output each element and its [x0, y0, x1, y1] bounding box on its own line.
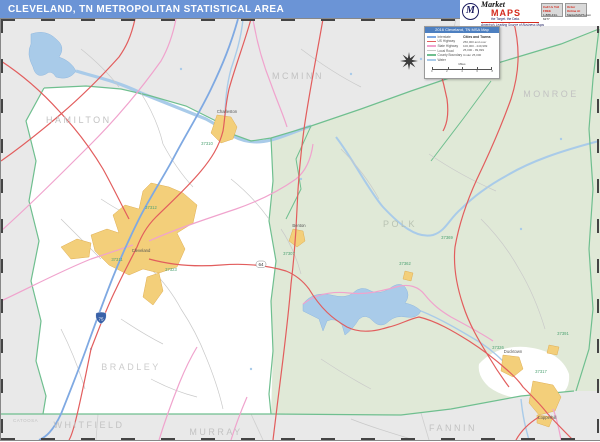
brand-name-bottom: MAPS [491, 8, 522, 18]
zip-label: 37369 [441, 235, 453, 240]
county-label-fannin: FANNIN [429, 423, 477, 433]
page-title: CLEVELAND, TN METROPOLITAN STATISTICAL A… [8, 3, 285, 15]
legend-cities-column: Cities and Towns 250,000 and over 100,00… [463, 35, 497, 63]
brand-mark-icon: M [462, 3, 479, 20]
legend-item-label: County Boundary [437, 53, 463, 58]
urban-cleveland-south [142, 272, 164, 306]
line-swatch-icon [427, 45, 436, 47]
city-label-charleston: Charleston [217, 109, 238, 114]
scale-tick: 4 [461, 68, 463, 73]
urban-cleveland [90, 182, 198, 276]
us-route-shield-label: 64 [258, 262, 264, 267]
zip-label: 37312 [145, 205, 157, 210]
county-label-bradley: BRADLEY [101, 362, 161, 372]
zip-label: 37311 [111, 257, 123, 262]
legend-road-items: Interstate US Highway State Highway Loca… [427, 35, 463, 63]
map-graphic: 75 64 MCMINN MONROE HAMILTON POLK BRADLE… [1, 19, 600, 440]
county-label-mcminn: MCMINN [272, 71, 324, 81]
contact-box-web: Order Online At MarketMAPS.com [565, 3, 592, 17]
line-swatch-icon [427, 49, 436, 52]
scale-tick: 0 [431, 68, 433, 73]
scale-tick: 2 [446, 68, 448, 73]
line-swatch-icon [427, 36, 436, 38]
legend-scale-bar: Miles 0 2 4 6 8 [425, 63, 499, 73]
city-label-cleveland: Cleveland [132, 248, 151, 253]
scale-tick: 8 [491, 68, 493, 73]
brand-wordmark: Market MAPS the Target. the Data. Americ… [481, 1, 545, 28]
city-label-copperhill: Copperhill [538, 415, 557, 420]
line-swatch-icon [427, 54, 436, 56]
region-hamilton-county [1, 73, 46, 414]
map-canvas: 75 64 MCMINN MONROE HAMILTON POLK BRADLE… [0, 18, 600, 442]
map-frame-ticks-right [597, 19, 599, 442]
urban-ocoee [402, 270, 414, 282]
brand-subtitle: America's Leading Source of Business Map… [481, 22, 545, 27]
county-label-hamilton: HAMILTON [46, 115, 112, 125]
zip-label: 37310 [201, 141, 213, 146]
county-label-polk: POLK [383, 219, 417, 229]
zip-label: 37317 [535, 369, 547, 374]
legend-item-label: Water [437, 57, 446, 62]
line-swatch-icon [427, 58, 436, 61]
county-label-murray: MURRAY [189, 427, 242, 437]
city-label-benton: Benton [292, 223, 306, 228]
zip-label: 37391 [557, 331, 569, 336]
county-label-whitfield: WHITFIELD [54, 420, 125, 430]
zip-label: 37323 [165, 267, 177, 272]
scale-tick-numbers: 0 2 4 6 8 [431, 68, 493, 73]
urban-turtletown [546, 344, 560, 356]
zip-label: 37307 [283, 251, 295, 256]
zip-label: 37326 [492, 345, 504, 350]
map-frame-ticks-bottom [1, 438, 600, 440]
legend-item-label: Interstate [437, 34, 451, 39]
interstate-shield-label: 75 [98, 317, 104, 322]
city-label-ducktown: Ducktown [504, 349, 523, 354]
line-swatch-icon [427, 40, 436, 43]
legend-item-label: US Highway [437, 39, 456, 44]
urban-cleveland-west [60, 238, 92, 260]
brand-tagline: the Target. the Data. [491, 17, 520, 21]
county-label-monroe: MONROE [523, 89, 579, 99]
zip-label: 37362 [399, 261, 411, 266]
county-label-catoosa: CATOOSA [13, 418, 38, 423]
map-frame-ticks-left [1, 19, 3, 442]
legend-city-class: Under 25,000 [463, 52, 482, 57]
contact-line: Order Online At [567, 5, 581, 13]
contact-line: 1-888-434-6277 [543, 13, 558, 21]
map-legend: 2016 Cleveland, TN MSA Map Interstate US… [424, 26, 500, 79]
scale-bar-line [432, 66, 492, 70]
contact-box-phone: Call Us Toll FREE 1-888-434-6277 [541, 3, 563, 21]
compass-rose-icon [400, 52, 418, 70]
legend-item-label: State Highway [437, 43, 459, 48]
contact-line: Call Us Toll FREE [543, 5, 560, 13]
scale-tick: 6 [476, 68, 478, 73]
legend-item-label: Local Road [437, 48, 454, 53]
brand-logo: M Market MAPS the Target. the Data. Amer… [460, 0, 600, 28]
contact-line: MarketMAPS.com [567, 13, 592, 17]
